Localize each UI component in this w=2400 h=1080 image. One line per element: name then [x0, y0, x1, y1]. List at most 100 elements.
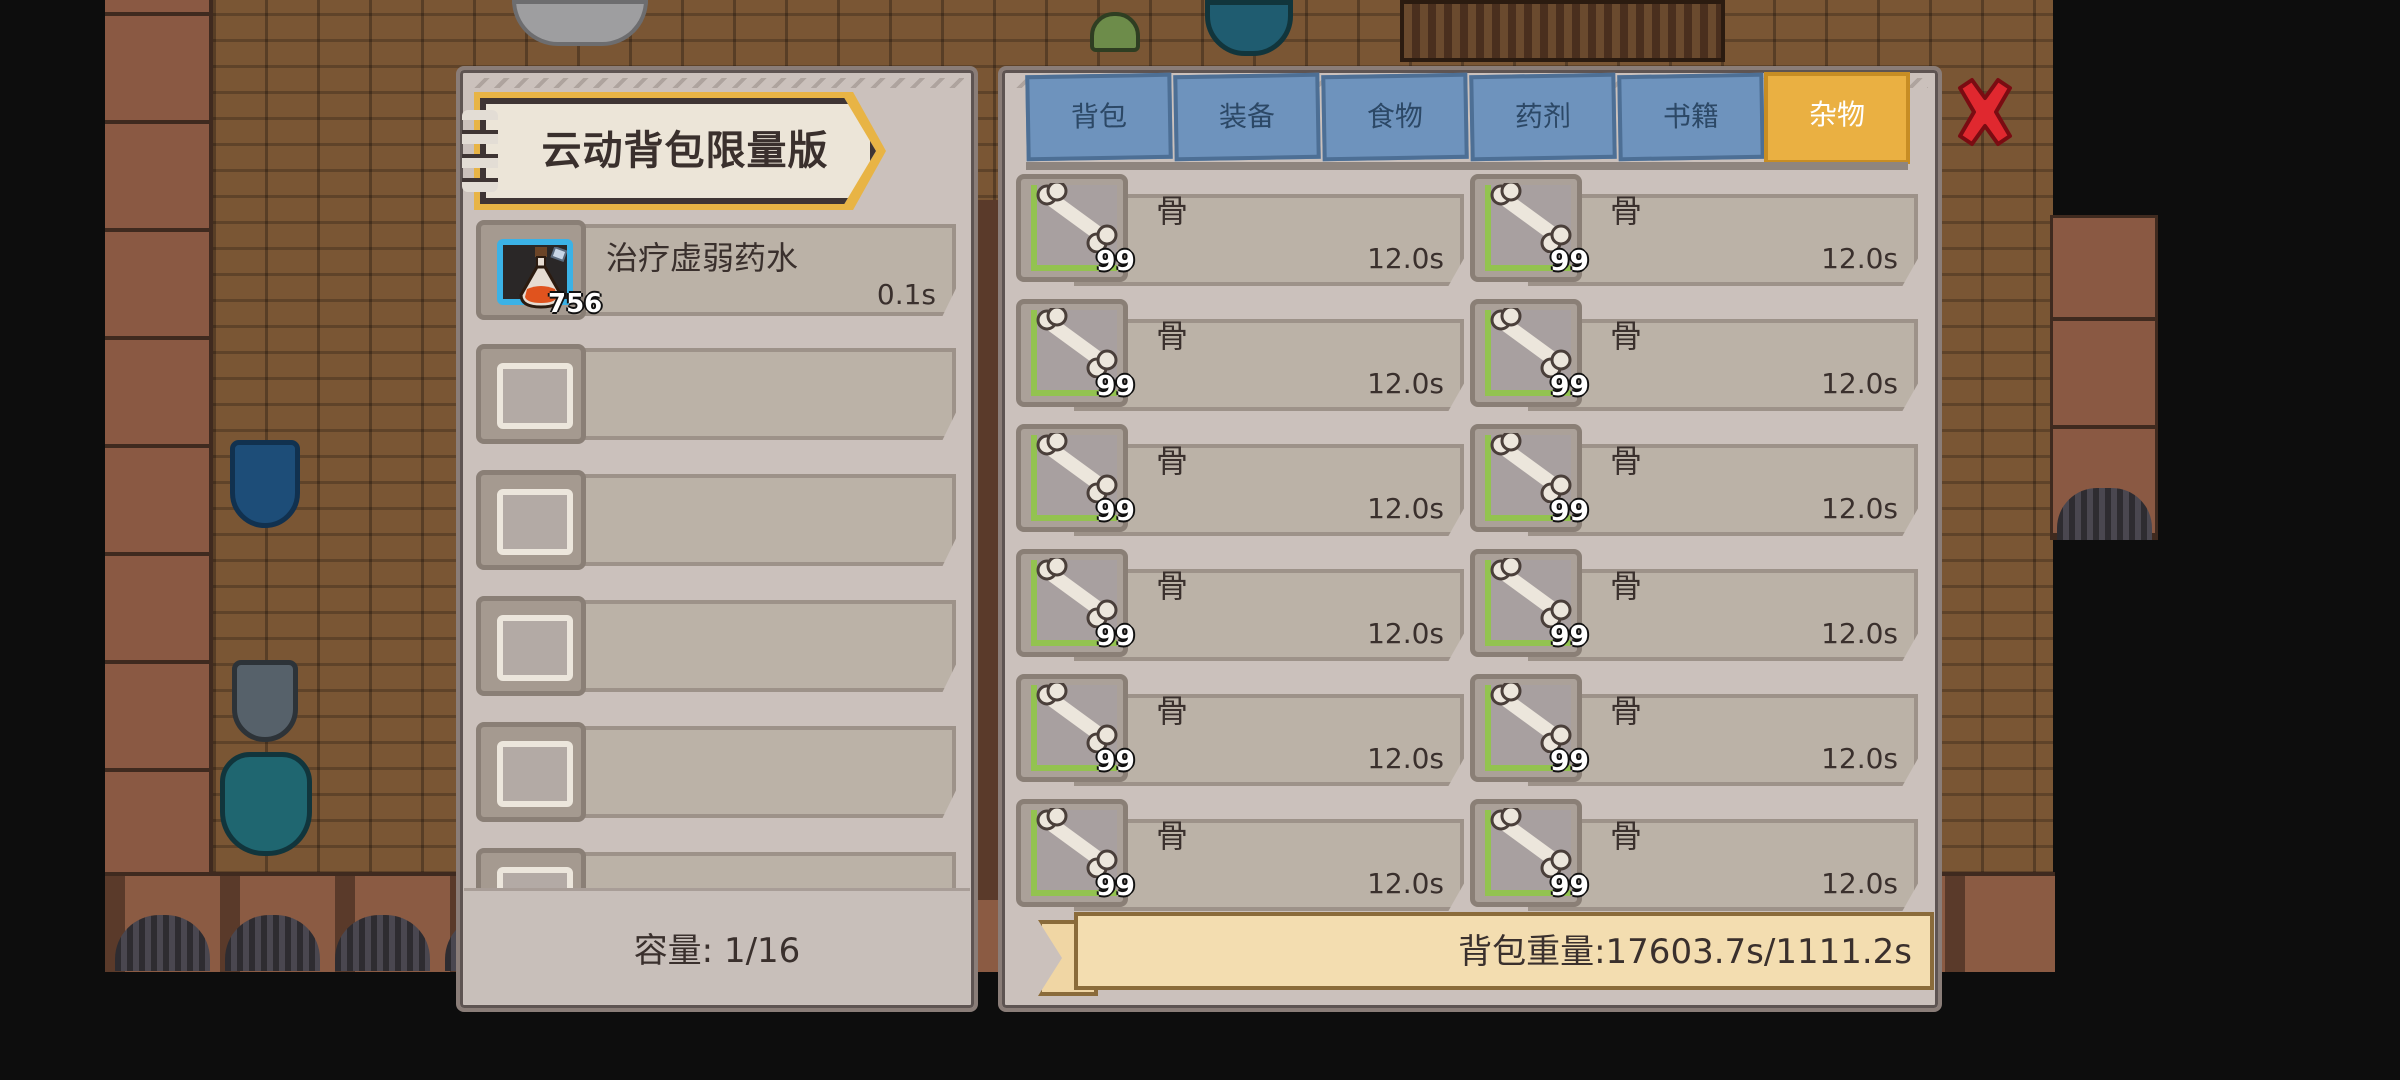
item-name: 骨 [1156, 192, 1189, 230]
slot-icon-frame [476, 344, 586, 444]
item-weight: 12.0s [1367, 617, 1444, 650]
slot-icon-empty [497, 363, 573, 429]
capacity-label: 容量: 1/16 [633, 931, 801, 971]
item-weight: 12.0s [1821, 367, 1898, 400]
category-tabs: 背包 装备 食物 药剂 书籍 杂物 [1025, 72, 1910, 170]
bone-icon [1036, 183, 1118, 253]
backpack-slot[interactable]: 治疗虚弱药水 0.1s 756 [476, 220, 966, 324]
bone-icon [1490, 183, 1572, 253]
banner-body: 背包重量:17603.7s/1111.2s [1074, 912, 1934, 990]
tab-books[interactable]: 书籍 [1617, 72, 1765, 162]
item-count: 99 [1096, 369, 1135, 402]
item-cell[interactable]: 骨 12.0s 99 [1016, 674, 1466, 806]
helmet-prop [1090, 12, 1140, 52]
item-cell[interactable]: 骨 12.0s 99 [1016, 174, 1466, 306]
item-name: 骨 [1610, 567, 1643, 605]
slot-item-name: 治疗虚弱药水 [606, 239, 799, 277]
item-cell[interactable]: 骨 12.0s 99 [1470, 549, 1920, 681]
shelf-prop [1400, 0, 1725, 62]
item-name: 骨 [1610, 442, 1643, 480]
item-cell[interactable]: 骨 12.0s 99 [1016, 549, 1466, 681]
slot-item-count: 756 [548, 289, 603, 319]
bag-prop [220, 752, 312, 856]
item-count: 99 [1550, 869, 1589, 902]
capacity-footer: 容量: 1/16 [464, 888, 970, 1004]
close-button[interactable] [1950, 76, 2020, 148]
panel-gap [978, 200, 1000, 900]
tabs-divider [1026, 162, 1908, 170]
item-cell[interactable]: 骨 12.0s 99 [1470, 424, 1920, 556]
bone-icon [1490, 433, 1572, 503]
item-weight: 12.0s [1367, 867, 1444, 900]
tab-misc[interactable]: 杂物 [1764, 72, 1910, 164]
item-name: 骨 [1156, 817, 1189, 855]
panel-top-decoration [470, 78, 964, 88]
shield-prop [232, 660, 298, 742]
item-name: 骨 [1156, 567, 1189, 605]
item-cell[interactable]: 骨 12.0s 99 [1470, 299, 1920, 431]
item-count: 99 [1550, 744, 1589, 777]
item-count: 99 [1550, 244, 1589, 277]
item-cell[interactable]: 骨 12.0s 99 [1016, 424, 1466, 556]
item-count: 99 [1096, 494, 1135, 527]
spiral-binding-icon [462, 110, 498, 192]
item-name: 骨 [1156, 442, 1189, 480]
bone-icon [1490, 308, 1572, 378]
bone-icon [1490, 558, 1572, 628]
item-weight: 12.0s [1367, 367, 1444, 400]
item-weight: 12.0s [1367, 742, 1444, 775]
shield-prop [230, 440, 300, 528]
item-cell[interactable]: 骨 12.0s 99 [1470, 174, 1920, 306]
backpack-slot-empty[interactable] [476, 344, 966, 448]
slot-icon-empty [497, 741, 573, 807]
storage-panel: 背包 装备 食物 药剂 书籍 杂物 骨 12.0s 99 骨 12.0s 99 … [998, 66, 1942, 1012]
bone-icon [1036, 808, 1118, 878]
tab-potion[interactable]: 药剂 [1469, 72, 1617, 162]
slot-icon-frame [476, 470, 586, 570]
brick-wall-left [105, 0, 213, 880]
tab-food[interactable]: 食物 [1321, 72, 1469, 162]
close-x-icon [1958, 78, 2012, 146]
bone-icon [1036, 433, 1118, 503]
item-weight: 12.0s [1821, 492, 1898, 525]
item-cell[interactable]: 骨 12.0s 99 [1470, 674, 1920, 806]
tab-equipment[interactable]: 装备 [1173, 72, 1321, 162]
slot-icon-empty [497, 489, 573, 555]
item-name: 骨 [1610, 817, 1643, 855]
slot-item-weight: 0.1s [876, 278, 936, 311]
item-weight: 12.0s [1821, 867, 1898, 900]
bone-icon [1036, 308, 1118, 378]
backpack-slot-empty[interactable] [476, 596, 966, 700]
item-name: 骨 [1156, 692, 1189, 730]
backpack-slot-list[interactable]: 治疗虚弱药水 0.1s 756 [476, 220, 966, 945]
item-cell[interactable]: 骨 12.0s 99 [1016, 299, 1466, 431]
item-count: 99 [1096, 619, 1135, 652]
slot-icon-frame [476, 722, 586, 822]
slot-icon-empty [497, 615, 573, 681]
item-weight: 12.0s [1821, 742, 1898, 775]
backpack-title: 云动背包限量版 [541, 128, 829, 174]
item-weight: 12.0s [1367, 242, 1444, 275]
backpack-slot-empty[interactable] [476, 470, 966, 574]
bone-icon [1036, 558, 1118, 628]
item-count: 99 [1096, 869, 1135, 902]
bone-icon [1036, 683, 1118, 753]
item-weight: 12.0s [1821, 617, 1898, 650]
item-count: 99 [1550, 369, 1589, 402]
item-count: 99 [1550, 494, 1589, 527]
item-count: 99 [1096, 744, 1135, 777]
item-name: 骨 [1156, 317, 1189, 355]
backpack-slot-empty[interactable] [476, 722, 966, 826]
item-grid[interactable]: 骨 12.0s 99 骨 12.0s 99 骨 12.0s 99 骨 12.0s… [1016, 174, 1926, 946]
backpack-panel: 云动背包限量版 治疗虚弱药水 0.1s 756 容量: 1/16 [456, 66, 978, 1012]
item-count: 99 [1096, 244, 1135, 277]
item-weight: 12.0s [1821, 242, 1898, 275]
total-weight-label: 背包重量:17603.7s/1111.2s [1458, 932, 1912, 972]
item-weight: 12.0s [1367, 492, 1444, 525]
item-count: 99 [1550, 619, 1589, 652]
tab-backpack[interactable]: 背包 [1025, 72, 1173, 162]
item-name: 骨 [1610, 692, 1643, 730]
item-name: 骨 [1610, 192, 1643, 230]
item-name: 骨 [1610, 317, 1643, 355]
bone-icon [1490, 683, 1572, 753]
